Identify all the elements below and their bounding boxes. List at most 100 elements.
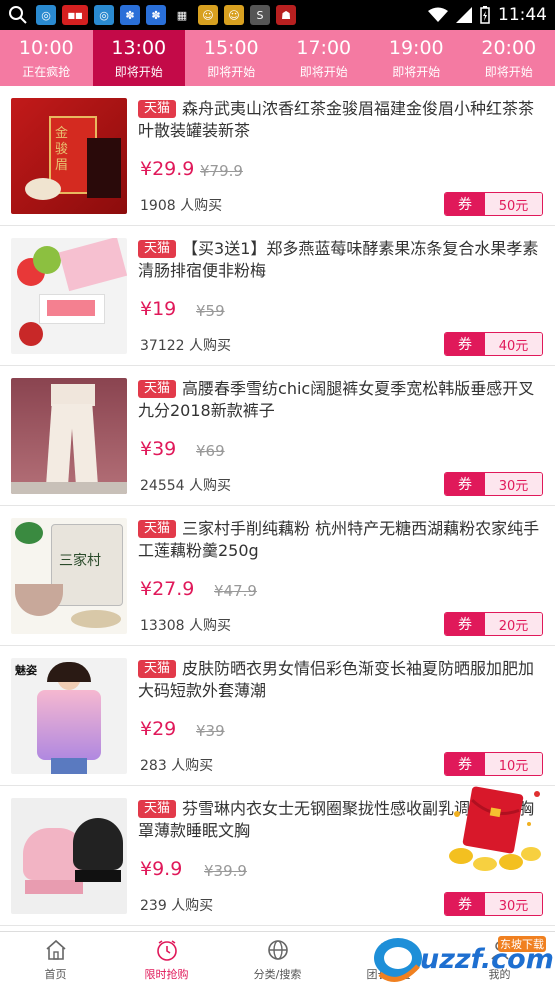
- product-title[interactable]: 天猫三家村手削纯藕粉 杭州特产无糖西湖藕粉农家纯手工莲藕粉羹250g: [138, 518, 546, 562]
- coupon-label: 券: [445, 753, 485, 775]
- thumb-brand-text: 魅姿: [15, 662, 37, 678]
- product-price: ¥19: [140, 298, 176, 320]
- coupon-button[interactable]: 券50元: [444, 192, 543, 216]
- product-old-price: ¥79.9: [200, 162, 243, 180]
- tmall-tag: 天猫: [138, 100, 176, 118]
- nav-label: 限时抢购: [145, 966, 189, 982]
- product-title[interactable]: 天猫高腰春季雪纺chic阔腿裤女夏季宽松韩版垂感开叉九分2018新款裤子: [138, 378, 546, 422]
- product-title[interactable]: 天猫皮肤防晒衣男女情侣彩色渐变长袖夏防晒服加肥加大码短款外套薄潮: [138, 658, 546, 702]
- product-old-price: ¥59: [196, 302, 225, 320]
- app-notification-icon: ☺: [224, 5, 244, 25]
- tab-1000[interactable]: 10:00正在疯抢: [0, 30, 93, 86]
- product-title-text: 皮肤防晒衣男女情侣彩色渐变长袖夏防晒服加肥加大码短款外套薄潮: [138, 659, 534, 700]
- watermark-logo: uzzf.com 东坡下载: [370, 930, 550, 986]
- tab-1700[interactable]: 17:00 即将开始: [278, 30, 371, 86]
- red-envelope-icon: [445, 784, 545, 874]
- buyer-count: 239 人购买: [140, 895, 213, 915]
- tab-time: 15:00: [204, 37, 259, 59]
- status-bar: ◎ ■■ ◎ ✽ ✽ ▦ ☺ ☺ S ☗ 11:44: [0, 0, 555, 30]
- coupon-label: 券: [445, 613, 485, 635]
- product-title[interactable]: 天猫【买3送1】郑多燕蓝莓味酵素果冻条复合水果孝素清肠排宿便非粉梅: [138, 238, 546, 282]
- tab-time: 19:00: [389, 37, 444, 59]
- red-packet-float[interactable]: [445, 784, 545, 874]
- coupon-button[interactable]: 券20元: [444, 612, 543, 636]
- tab-status: 即将开始: [300, 63, 348, 80]
- tmall-tag: 天猫: [138, 660, 176, 678]
- tab-time: 17:00: [296, 37, 351, 59]
- product-image[interactable]: [11, 378, 127, 494]
- tmall-tag: 天猫: [138, 800, 176, 818]
- tab-status: 即将开始: [207, 63, 255, 80]
- product-title-text: 三家村手削纯藕粉 杭州特产无糖西湖藕粉农家纯手工莲藕粉羹250g: [138, 519, 539, 560]
- grid-icon: ▦: [172, 5, 192, 25]
- product-image[interactable]: [11, 238, 127, 354]
- product-image[interactable]: [11, 798, 127, 914]
- wifi-icon: [428, 7, 448, 23]
- tab-1500[interactable]: 15:00 即将开始: [185, 30, 278, 86]
- product-old-price: ¥39.9: [204, 862, 247, 880]
- coupon-label: 券: [445, 333, 485, 355]
- buyer-count: 1908 人购买: [140, 195, 222, 215]
- coupon-value: 50元: [485, 193, 542, 215]
- product-title[interactable]: 天猫森舟武夷山浓香红茶金骏眉福建金俊眉小种红茶茶叶散装罐装新茶: [138, 98, 546, 142]
- battery-icon: [480, 6, 490, 24]
- app-notification-icon: ◎: [94, 5, 114, 25]
- coupon-label: 券: [445, 193, 485, 215]
- product-old-price: ¥39: [196, 722, 225, 740]
- nav-label: 分类/搜索: [254, 966, 302, 982]
- list-item[interactable]: 三家村 天猫三家村手削纯藕粉 杭州特产无糖西湖藕粉农家纯手工莲藕粉羹250g ¥…: [0, 506, 555, 646]
- thumb-brand-text: 三家村: [59, 550, 101, 570]
- nav-category-search[interactable]: 分类/搜索: [222, 932, 333, 988]
- tab-time: 13:00: [111, 37, 166, 59]
- search-icon: [8, 5, 28, 25]
- buyer-count: 37122 人购买: [140, 335, 231, 355]
- product-image[interactable]: 金骏眉: [11, 98, 127, 214]
- list-item[interactable]: 天猫【买3送1】郑多燕蓝莓味酵素果冻条复合水果孝素清肠排宿便非粉梅 ¥19 ¥5…: [0, 226, 555, 366]
- coupon-value: 40元: [485, 333, 542, 355]
- coupon-button[interactable]: 券30元: [444, 472, 543, 496]
- product-image[interactable]: 魅姿: [11, 658, 127, 774]
- nav-flash-sale[interactable]: 限时抢购: [111, 932, 222, 988]
- product-title-text: 森舟武夷山浓香红茶金骏眉福建金俊眉小种红茶茶叶散装罐装新茶: [138, 99, 534, 140]
- coupon-value: 10元: [485, 753, 542, 775]
- app-notification-icon: ☗: [276, 5, 296, 25]
- app-notification-icon: S: [250, 5, 270, 25]
- tab-1300[interactable]: 13:00 即将开始: [93, 30, 186, 86]
- tab-2000[interactable]: 20:00 即将开始: [463, 30, 555, 86]
- tab-1900[interactable]: 19:00 即将开始: [370, 30, 463, 86]
- signal-icon: [456, 7, 472, 23]
- tmall-tag: 天猫: [138, 380, 176, 398]
- product-price: ¥29: [140, 718, 176, 740]
- product-price: ¥27.9: [140, 578, 194, 600]
- coupon-button[interactable]: 券10元: [444, 752, 543, 776]
- product-image[interactable]: 三家村: [11, 518, 127, 634]
- product-price: ¥29.9: [140, 158, 194, 180]
- app-notification-icon: ◎: [36, 5, 56, 25]
- coupon-button[interactable]: 券30元: [444, 892, 543, 916]
- tab-status: 即将开始: [115, 63, 163, 80]
- tab-status: 即将开始: [485, 63, 533, 80]
- tab-time: 20:00: [481, 37, 536, 59]
- app-notification-icon: ☺: [198, 5, 218, 25]
- product-old-price: ¥69: [196, 442, 225, 460]
- list-item[interactable]: 金骏眉 天猫森舟武夷山浓香红茶金骏眉福建金俊眉小种红茶茶叶散装罐装新茶 ¥29.…: [0, 86, 555, 226]
- tmall-tag: 天猫: [138, 520, 176, 538]
- product-old-price: ¥47.9: [214, 582, 257, 600]
- thumb-brand-text: 金骏眉: [55, 126, 71, 174]
- nav-label: 首页: [45, 966, 67, 982]
- nav-home[interactable]: 首页: [0, 932, 111, 988]
- product-price: ¥9.9: [140, 858, 182, 880]
- list-item[interactable]: 天猫高腰春季雪纺chic阔腿裤女夏季宽松韩版垂感开叉九分2018新款裤子 ¥39…: [0, 366, 555, 506]
- clock-icon: [155, 938, 179, 962]
- buyer-count: 283 人购买: [140, 755, 213, 775]
- status-time: 11:44: [498, 5, 547, 25]
- coupon-button[interactable]: 券40元: [444, 332, 543, 356]
- watermark-sub: 东坡下载: [500, 936, 544, 952]
- product-price: ¥39: [140, 438, 176, 460]
- app-notification-icon: ■■: [62, 5, 88, 25]
- coupon-value: 30元: [485, 473, 542, 495]
- product-title-text: 【买3送1】郑多燕蓝莓味酵素果冻条复合水果孝素清肠排宿便非粉梅: [138, 239, 538, 280]
- tab-status: 即将开始: [392, 63, 440, 80]
- buyer-count: 24554 人购买: [140, 475, 231, 495]
- list-item[interactable]: 魅姿 天猫皮肤防晒衣男女情侣彩色渐变长袖夏防晒服加肥加大码短款外套薄潮 ¥29 …: [0, 646, 555, 786]
